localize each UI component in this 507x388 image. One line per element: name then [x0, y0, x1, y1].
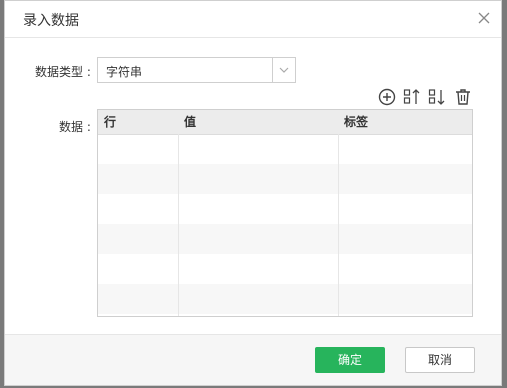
data-type-label: 数据类型 : — [35, 65, 91, 79]
column-header-label[interactable]: 标签 — [338, 110, 472, 134]
add-circle-icon[interactable] — [377, 87, 397, 107]
chevron-down-icon[interactable] — [272, 58, 295, 82]
table-row[interactable] — [98, 134, 472, 164]
table-row[interactable] — [98, 194, 472, 224]
data-type-value: 字符串 — [106, 65, 143, 79]
dialog-title: 录入数据 — [23, 13, 79, 29]
ok-button[interactable]: 确定 — [315, 347, 385, 373]
close-icon[interactable] — [475, 9, 493, 27]
sort-descending-icon[interactable] — [427, 87, 447, 107]
cancel-button[interactable]: 取消 — [405, 347, 475, 373]
sort-ascending-icon[interactable] — [402, 87, 422, 107]
data-type-select[interactable]: 字符串 — [97, 57, 296, 83]
column-header-row[interactable]: 行 — [98, 110, 178, 134]
dialog-header: 录入数据 — [5, 1, 501, 38]
data-label: 数据 : — [59, 120, 91, 134]
column-divider — [178, 134, 179, 316]
dialog-footer: 确定 取消 — [5, 334, 501, 385]
table-header: 行 值 标签 — [98, 110, 472, 135]
trash-icon[interactable] — [453, 87, 473, 107]
table-row[interactable] — [98, 254, 472, 284]
data-table[interactable]: 行 值 标签 — [97, 109, 473, 317]
data-entry-dialog: 录入数据 数据类型 : 字符串 数据: 行 值 标签 确定 取消 — [4, 0, 502, 386]
table-row[interactable] — [98, 164, 472, 194]
table-row[interactable] — [98, 224, 472, 254]
column-divider — [338, 134, 339, 316]
column-header-value[interactable]: 值 — [178, 110, 338, 134]
table-row[interactable] — [98, 284, 472, 314]
